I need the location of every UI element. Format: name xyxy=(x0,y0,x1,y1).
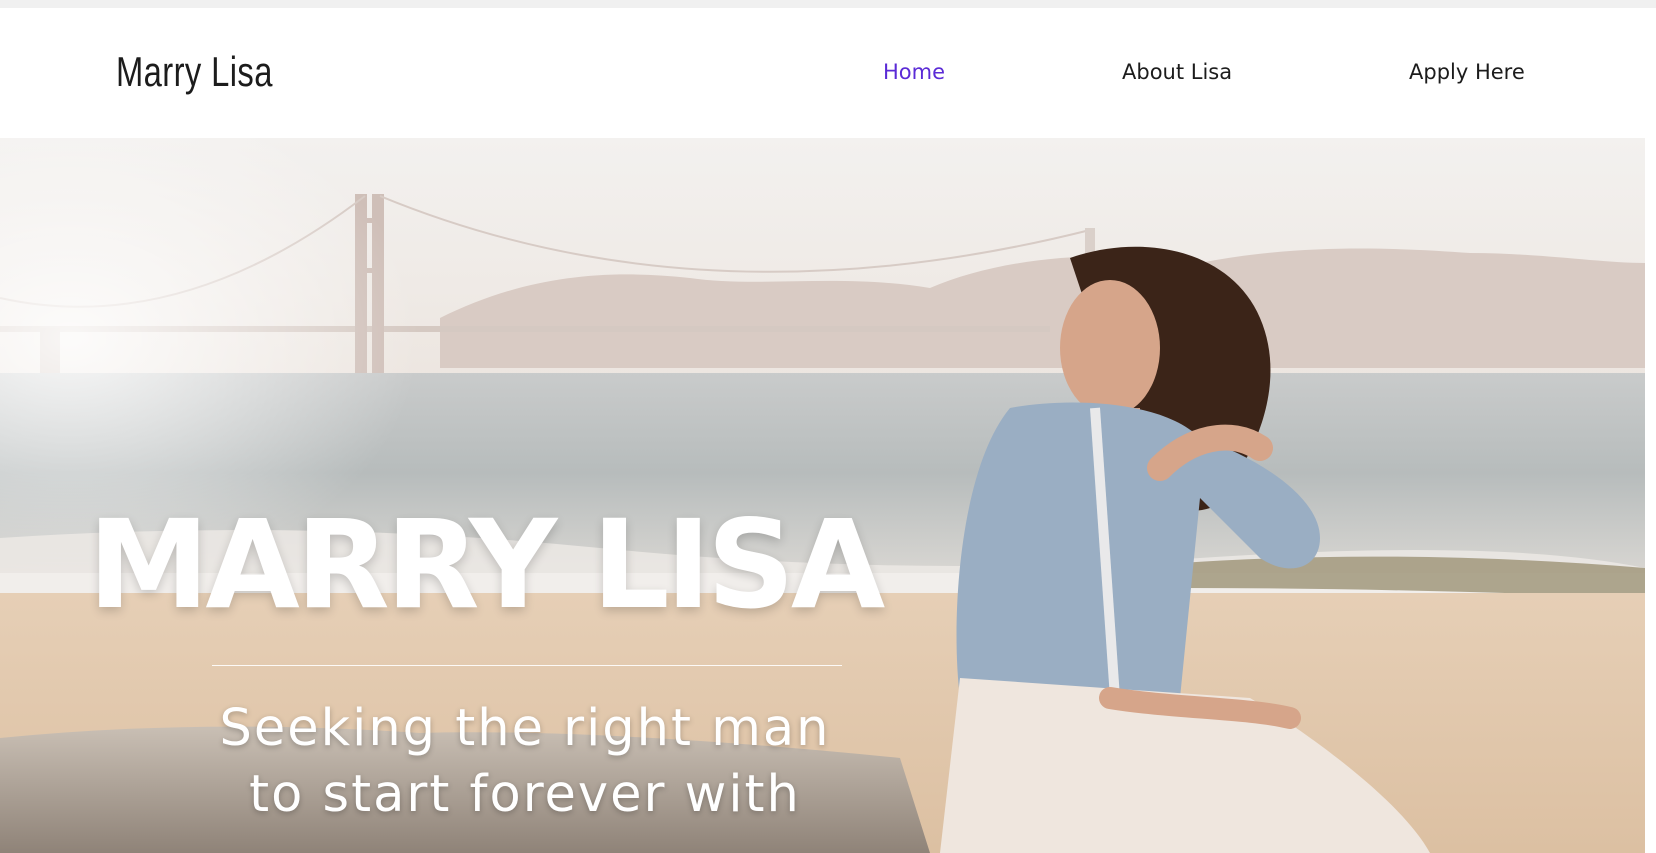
nav-link-about-lisa[interactable]: About Lisa xyxy=(1122,60,1232,84)
hero-subtitle-line-2: to start forever with xyxy=(249,765,801,824)
site-header: Marry Lisa Home About Lisa Apply Here xyxy=(0,8,1656,138)
hero-title: MARRY LISA xyxy=(88,494,885,636)
hero-section: MARRY LISA Seeking the right man to star… xyxy=(0,138,1645,853)
hero-divider xyxy=(212,665,842,666)
top-border-strip xyxy=(0,0,1656,8)
nav-link-apply-here[interactable]: Apply Here xyxy=(1409,60,1525,84)
hero-subtitle-line-1: Seeking the right man xyxy=(219,699,831,758)
hero-subtitle: Seeking the right man to start forever w… xyxy=(150,696,900,828)
site-logo[interactable]: Marry Lisa xyxy=(116,48,273,96)
nav-link-home[interactable]: Home xyxy=(883,60,945,84)
